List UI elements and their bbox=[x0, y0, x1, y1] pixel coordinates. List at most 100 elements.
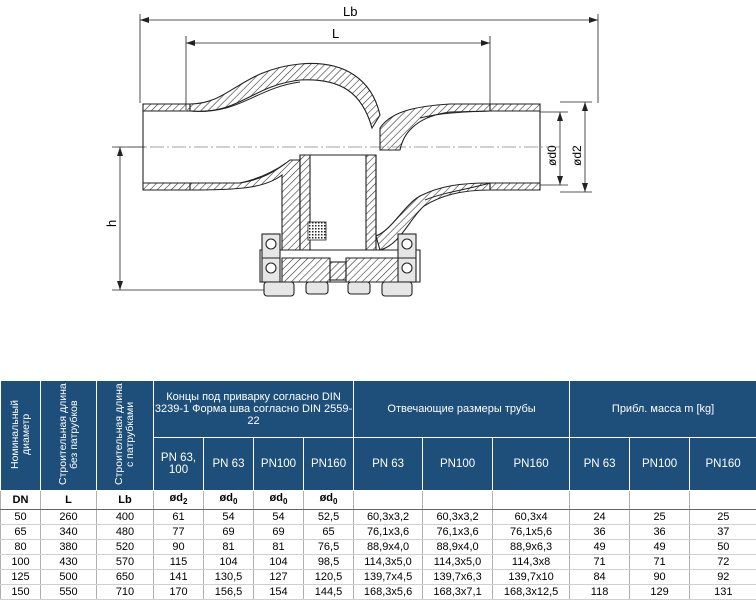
table-cell: 65 bbox=[302, 524, 354, 541]
table-cell: 88,9x6,3 bbox=[492, 539, 570, 556]
table-cell: 340 bbox=[40, 524, 97, 541]
sub-mass-0: PN 63 bbox=[569, 437, 631, 491]
table-row: 150 550 710 170 156,5 154 144,5 168,3x5,6 168,3x… bbox=[0, 584, 756, 601]
table-cell: 139,7x6,3 bbox=[422, 569, 493, 586]
symbol-cell bbox=[689, 489, 756, 511]
table-cell: 71 bbox=[629, 554, 690, 571]
table-cell: 260 bbox=[40, 509, 97, 526]
table-cell: 104 bbox=[203, 554, 254, 571]
table-cell: 100 bbox=[0, 554, 41, 571]
table-cell: 550 bbox=[40, 584, 97, 601]
symbol-cell: ød0 bbox=[203, 489, 254, 511]
table-cell: 118 bbox=[569, 584, 630, 601]
table-cell: 60,3x4 bbox=[492, 509, 570, 526]
dimension-d2-label: ød2 bbox=[570, 145, 584, 166]
table-cell: 150 bbox=[0, 584, 41, 601]
symbol-cell: ød0 bbox=[253, 489, 304, 511]
table-cell: 129 bbox=[629, 584, 690, 601]
table-cell: 88,9x4,0 bbox=[422, 539, 493, 556]
table-cell: 400 bbox=[96, 509, 154, 526]
table-cell: 131 bbox=[689, 584, 756, 601]
symbol-cell bbox=[422, 489, 493, 511]
table-cell: 81 bbox=[253, 539, 304, 556]
sub-pipe-2: PN160 bbox=[492, 437, 571, 491]
table-cell: 49 bbox=[629, 539, 690, 556]
sub-mass-1: PN100 bbox=[629, 437, 691, 491]
table-cell: 24 bbox=[569, 509, 630, 526]
table-cell: 76,5 bbox=[302, 539, 354, 556]
table-cell: 25 bbox=[629, 509, 690, 526]
valve-body bbox=[142, 62, 541, 297]
symbol-cell bbox=[569, 489, 630, 511]
table-cell: 71 bbox=[569, 554, 630, 571]
table-row: 100 430 570 115 104 104 98,5 114,3x5,0 114,3x5,0… bbox=[0, 554, 756, 571]
sub-ends-2: PN100 bbox=[253, 437, 304, 491]
symbol-cell: DN bbox=[0, 489, 41, 511]
table-row: 50 260 400 61 54 54 52,5 60,3x3,2 60,3x3,2 60,3x4… bbox=[0, 509, 756, 526]
sub-pipe-1: PN100 bbox=[422, 437, 494, 491]
symbol-cell: ød2 bbox=[153, 489, 204, 511]
table-cell: 60,3x3,2 bbox=[422, 509, 493, 526]
table-cell: 92 bbox=[689, 569, 756, 586]
dimension-lb-label: Lb bbox=[343, 4, 357, 19]
valve-drawing: Lb L h ød0 ød2 bbox=[104, 4, 599, 297]
sub-mass-2: PN160 bbox=[689, 437, 756, 491]
symbol-cell: L bbox=[40, 489, 97, 511]
table-cell: 520 bbox=[96, 539, 154, 556]
table-cell: 54 bbox=[203, 509, 254, 526]
symbol-cell: ød0 bbox=[302, 489, 354, 511]
table-cell: 114,3x8 bbox=[492, 554, 570, 571]
table-cell: 168,3x5,6 bbox=[353, 584, 423, 601]
table-cell: 380 bbox=[40, 539, 97, 556]
dimension-h-label: h bbox=[104, 220, 119, 227]
table-cell: 168,3x12,5 bbox=[492, 584, 570, 601]
symbol-row: DN L Lb ød2 ød0 ød0 ød0 bbox=[0, 489, 756, 511]
table-cell: 69 bbox=[203, 524, 254, 541]
spec-table: Номинальный диаметр Строительная длина б… bbox=[0, 380, 756, 601]
table-cell: 37 bbox=[689, 524, 756, 541]
head-pipe: Отвечающие размеры трубы bbox=[353, 380, 571, 438]
sub-pipe-0: PN 63 bbox=[353, 437, 424, 491]
symbol-cell: Lb bbox=[96, 489, 154, 511]
dimension-d0-label: ød0 bbox=[545, 145, 559, 166]
table-cell: 98,5 bbox=[302, 554, 354, 571]
table-cell: 36 bbox=[629, 524, 690, 541]
table-cell: 115 bbox=[153, 554, 204, 571]
table-cell: 50 bbox=[0, 509, 41, 526]
table-cell: 170 bbox=[153, 584, 204, 601]
table-body: DN L Lb ød2 ød0 ød0 ød0 50 260 400 61 54 54 52,5 60,3x… bbox=[0, 489, 756, 601]
table-cell: 84 bbox=[569, 569, 630, 586]
table-cell: 139,7x4,5 bbox=[353, 569, 423, 586]
table-cell: 114,3x5,0 bbox=[353, 554, 423, 571]
table-cell: 156,5 bbox=[203, 584, 254, 601]
table-cell: 139,7x10 bbox=[492, 569, 570, 586]
table-cell: 54 bbox=[253, 509, 304, 526]
head-lb: Строительная длина с патрубками bbox=[96, 380, 154, 491]
table-cell: 72 bbox=[689, 554, 756, 571]
sub-ends-3: PN160 bbox=[302, 437, 355, 491]
table-cell: 77 bbox=[153, 524, 204, 541]
table-cell: 480 bbox=[96, 524, 154, 541]
table-cell: 76,1x5,6 bbox=[492, 524, 570, 541]
symbol-cell bbox=[492, 489, 570, 511]
table-cell: 52,5 bbox=[302, 509, 354, 526]
sub-ends-1: PN 63 bbox=[203, 437, 254, 491]
symbol-cell bbox=[353, 489, 423, 511]
symbol-cell bbox=[629, 489, 690, 511]
table-cell: 710 bbox=[96, 584, 154, 601]
table-cell: 69 bbox=[253, 524, 304, 541]
table-cell: 88,9x4,0 bbox=[353, 539, 423, 556]
table-cell: 130,5 bbox=[203, 569, 254, 586]
table-row: 65 340 480 77 69 69 65 76,1x3,6 76,1x3,6 76,1x5,6… bbox=[0, 524, 756, 541]
table-cell: 141 bbox=[153, 569, 204, 586]
dimension-h: h bbox=[104, 146, 270, 291]
table-cell: 61 bbox=[153, 509, 204, 526]
table-row: 125 500 650 141 130,5 127 120,5 139,7x4,5 139,7x… bbox=[0, 569, 756, 586]
table-row: 80 380 520 90 81 81 76,5 88,9x4,0 88,9x4,0 88,9x6… bbox=[0, 539, 756, 556]
dimension-lb: Lb bbox=[139, 4, 599, 103]
table-cell: 144,5 bbox=[302, 584, 354, 601]
table-cell: 127 bbox=[253, 569, 304, 586]
table-cell: 36 bbox=[569, 524, 630, 541]
table-cell: 114,3x5,0 bbox=[422, 554, 493, 571]
head-dn: Номинальный диаметр bbox=[0, 380, 41, 491]
